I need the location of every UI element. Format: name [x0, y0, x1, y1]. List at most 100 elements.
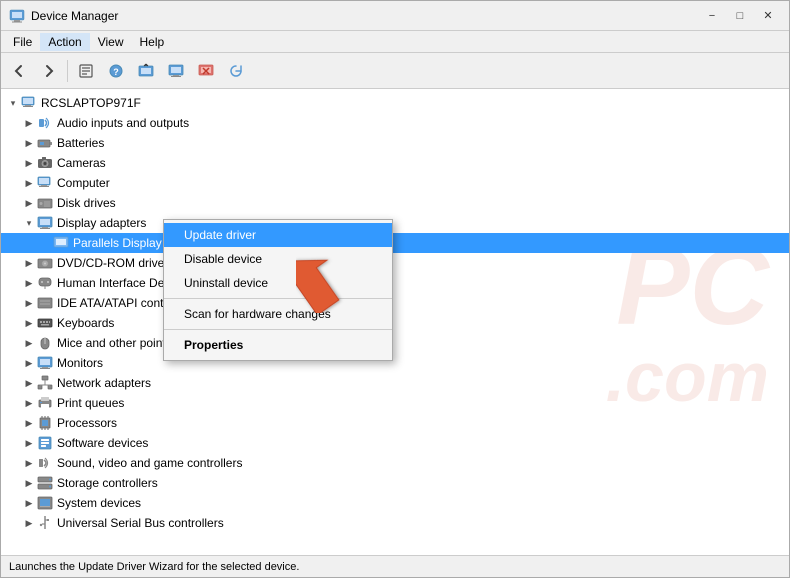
tree-item-ide[interactable]: ▶ IDE ATA/ATAPI controllers: [1, 293, 789, 313]
tree-item-audio[interactable]: ▶ Audio inputs and outputs: [1, 113, 789, 133]
expand-usb-icon: ▶: [21, 515, 37, 531]
sound-icon: [37, 455, 53, 471]
audio-icon: [37, 115, 53, 131]
update-driver-button[interactable]: [132, 57, 160, 85]
menu-view[interactable]: View: [90, 33, 132, 51]
close-button[interactable]: ✕: [755, 6, 781, 26]
processors-icon: [37, 415, 53, 431]
menu-help[interactable]: Help: [132, 33, 173, 51]
expand-processors-icon: ▶: [21, 415, 37, 431]
arrow-indicator: [296, 234, 366, 314]
expand-disk-icon: ▶: [21, 195, 37, 211]
tree-item-keyboards-label: Keyboards: [57, 316, 114, 330]
expand-parallels-icon: [37, 235, 53, 251]
tree-item-sound-label: Sound, video and game controllers: [57, 456, 242, 470]
dvd-icon: [37, 255, 53, 271]
batteries-icon: [37, 135, 53, 151]
tree-item-storage[interactable]: ▶ Storage controllers: [1, 473, 789, 493]
expand-monitors-icon: ▶: [21, 355, 37, 371]
tree-panel[interactable]: PC .com ▾ RCSLAPTOP971F ▶: [1, 89, 789, 555]
parallels-icon: [53, 235, 69, 251]
expand-keyboards-icon: ▶: [21, 315, 37, 331]
status-bar: Launches the Update Driver Wizard for th…: [1, 555, 789, 577]
tree-item-sound[interactable]: ▶ Sound, video and game controllers: [1, 453, 789, 473]
tree-item-network-label: Network adapters: [57, 376, 151, 390]
properties-button[interactable]: [72, 57, 100, 85]
expand-audio-icon: ▶: [21, 115, 37, 131]
print-icon: [37, 395, 53, 411]
tree-item-human[interactable]: ▶ Human Interface Devices: [1, 273, 789, 293]
tree-item-usb-label: Universal Serial Bus controllers: [57, 516, 224, 530]
back-button[interactable]: [5, 57, 33, 85]
tree-item-keyboards[interactable]: ▶ Keyboards: [1, 313, 789, 333]
usb-icon: [37, 515, 53, 531]
tree-item-dvd[interactable]: ▶ DVD/CD-ROM drives: [1, 253, 789, 273]
menu-action[interactable]: Action: [40, 33, 89, 51]
human-interface-icon: [37, 275, 53, 291]
tree-item-print[interactable]: ▶ Print queues: [1, 393, 789, 413]
tree-item-display-label: Display adapters: [57, 216, 146, 230]
tree-root[interactable]: ▾ RCSLAPTOP971F: [1, 93, 789, 113]
expand-display-icon: ▾: [21, 215, 37, 231]
expand-system-icon: ▶: [21, 495, 37, 511]
expand-dvd-icon: ▶: [21, 255, 37, 271]
expand-batteries-icon: ▶: [21, 135, 37, 151]
menu-file[interactable]: File: [5, 33, 40, 51]
tree-item-batteries[interactable]: ▶ Batteries: [1, 133, 789, 153]
uninstall-button[interactable]: [192, 57, 220, 85]
expand-human-icon: ▶: [21, 275, 37, 291]
status-text: Launches the Update Driver Wizard for th…: [9, 561, 299, 573]
tree-item-disk[interactable]: ▶ Disk drives: [1, 193, 789, 213]
computer-icon: [21, 95, 37, 111]
tree-item-display[interactable]: ▾ Display adapters: [1, 213, 789, 233]
menu-bar: File Action View Help: [1, 31, 789, 53]
expand-storage-icon: ▶: [21, 475, 37, 491]
expand-computer-icon: ▶: [21, 175, 37, 191]
cameras-icon: [37, 155, 53, 171]
app-icon: [9, 8, 25, 24]
svg-text:?: ?: [113, 67, 119, 77]
tree-item-network[interactable]: ▶ Network adapters: [1, 373, 789, 393]
main-area: PC .com ▾ RCSLAPTOP971F ▶: [1, 89, 789, 555]
tree-item-processors[interactable]: ▶ Processors: [1, 413, 789, 433]
maximize-button[interactable]: □: [727, 6, 753, 26]
monitor-button[interactable]: [162, 57, 190, 85]
expand-sound-icon: ▶: [21, 455, 37, 471]
storage-icon: [37, 475, 53, 491]
title-bar: Device Manager − □ ✕: [1, 1, 789, 31]
display-icon: [37, 215, 53, 231]
tree-item-cameras[interactable]: ▶ Cameras: [1, 153, 789, 173]
scan-button[interactable]: [222, 57, 250, 85]
tree-item-software[interactable]: ▶ Software devices: [1, 433, 789, 453]
network-icon: [37, 375, 53, 391]
tree-item-computer[interactable]: ▶ Computer: [1, 173, 789, 193]
tree-item-batteries-label: Batteries: [57, 136, 104, 150]
tree-item-mice[interactable]: ▶ Mice and other pointing devices: [1, 333, 789, 353]
tree-item-system[interactable]: ▶ System devices: [1, 493, 789, 513]
tree-item-processors-label: Processors: [57, 416, 117, 430]
tree-item-computer-label: Computer: [57, 176, 110, 190]
expand-software-icon: ▶: [21, 435, 37, 451]
minimize-button[interactable]: −: [699, 6, 725, 26]
disk-icon: [37, 195, 53, 211]
toolbar: ?: [1, 53, 789, 89]
expand-network-icon: ▶: [21, 375, 37, 391]
tree-item-disk-label: Disk drives: [57, 196, 116, 210]
system-icon: [37, 495, 53, 511]
expand-ide-icon: ▶: [21, 295, 37, 311]
keyboard-icon: [37, 315, 53, 331]
computer-tree-icon: [37, 175, 53, 191]
ctx-properties[interactable]: Properties: [164, 333, 392, 357]
tree-item-monitors[interactable]: ▶ Monitors: [1, 353, 789, 373]
tree-item-audio-label: Audio inputs and outputs: [57, 116, 189, 130]
tree-item-software-label: Software devices: [57, 436, 148, 450]
forward-button[interactable]: [35, 57, 63, 85]
expand-print-icon: ▶: [21, 395, 37, 411]
tree-item-parallels[interactable]: Parallels Display Adapt (WDDM): [1, 233, 789, 253]
expand-cameras-icon: ▶: [21, 155, 37, 171]
tree-item-usb[interactable]: ▶ Universal Serial Bus controllers: [1, 513, 789, 533]
help-button[interactable]: ?: [102, 57, 130, 85]
window-controls: − □ ✕: [699, 6, 781, 26]
mice-icon: [37, 335, 53, 351]
window-title: Device Manager: [31, 9, 118, 23]
